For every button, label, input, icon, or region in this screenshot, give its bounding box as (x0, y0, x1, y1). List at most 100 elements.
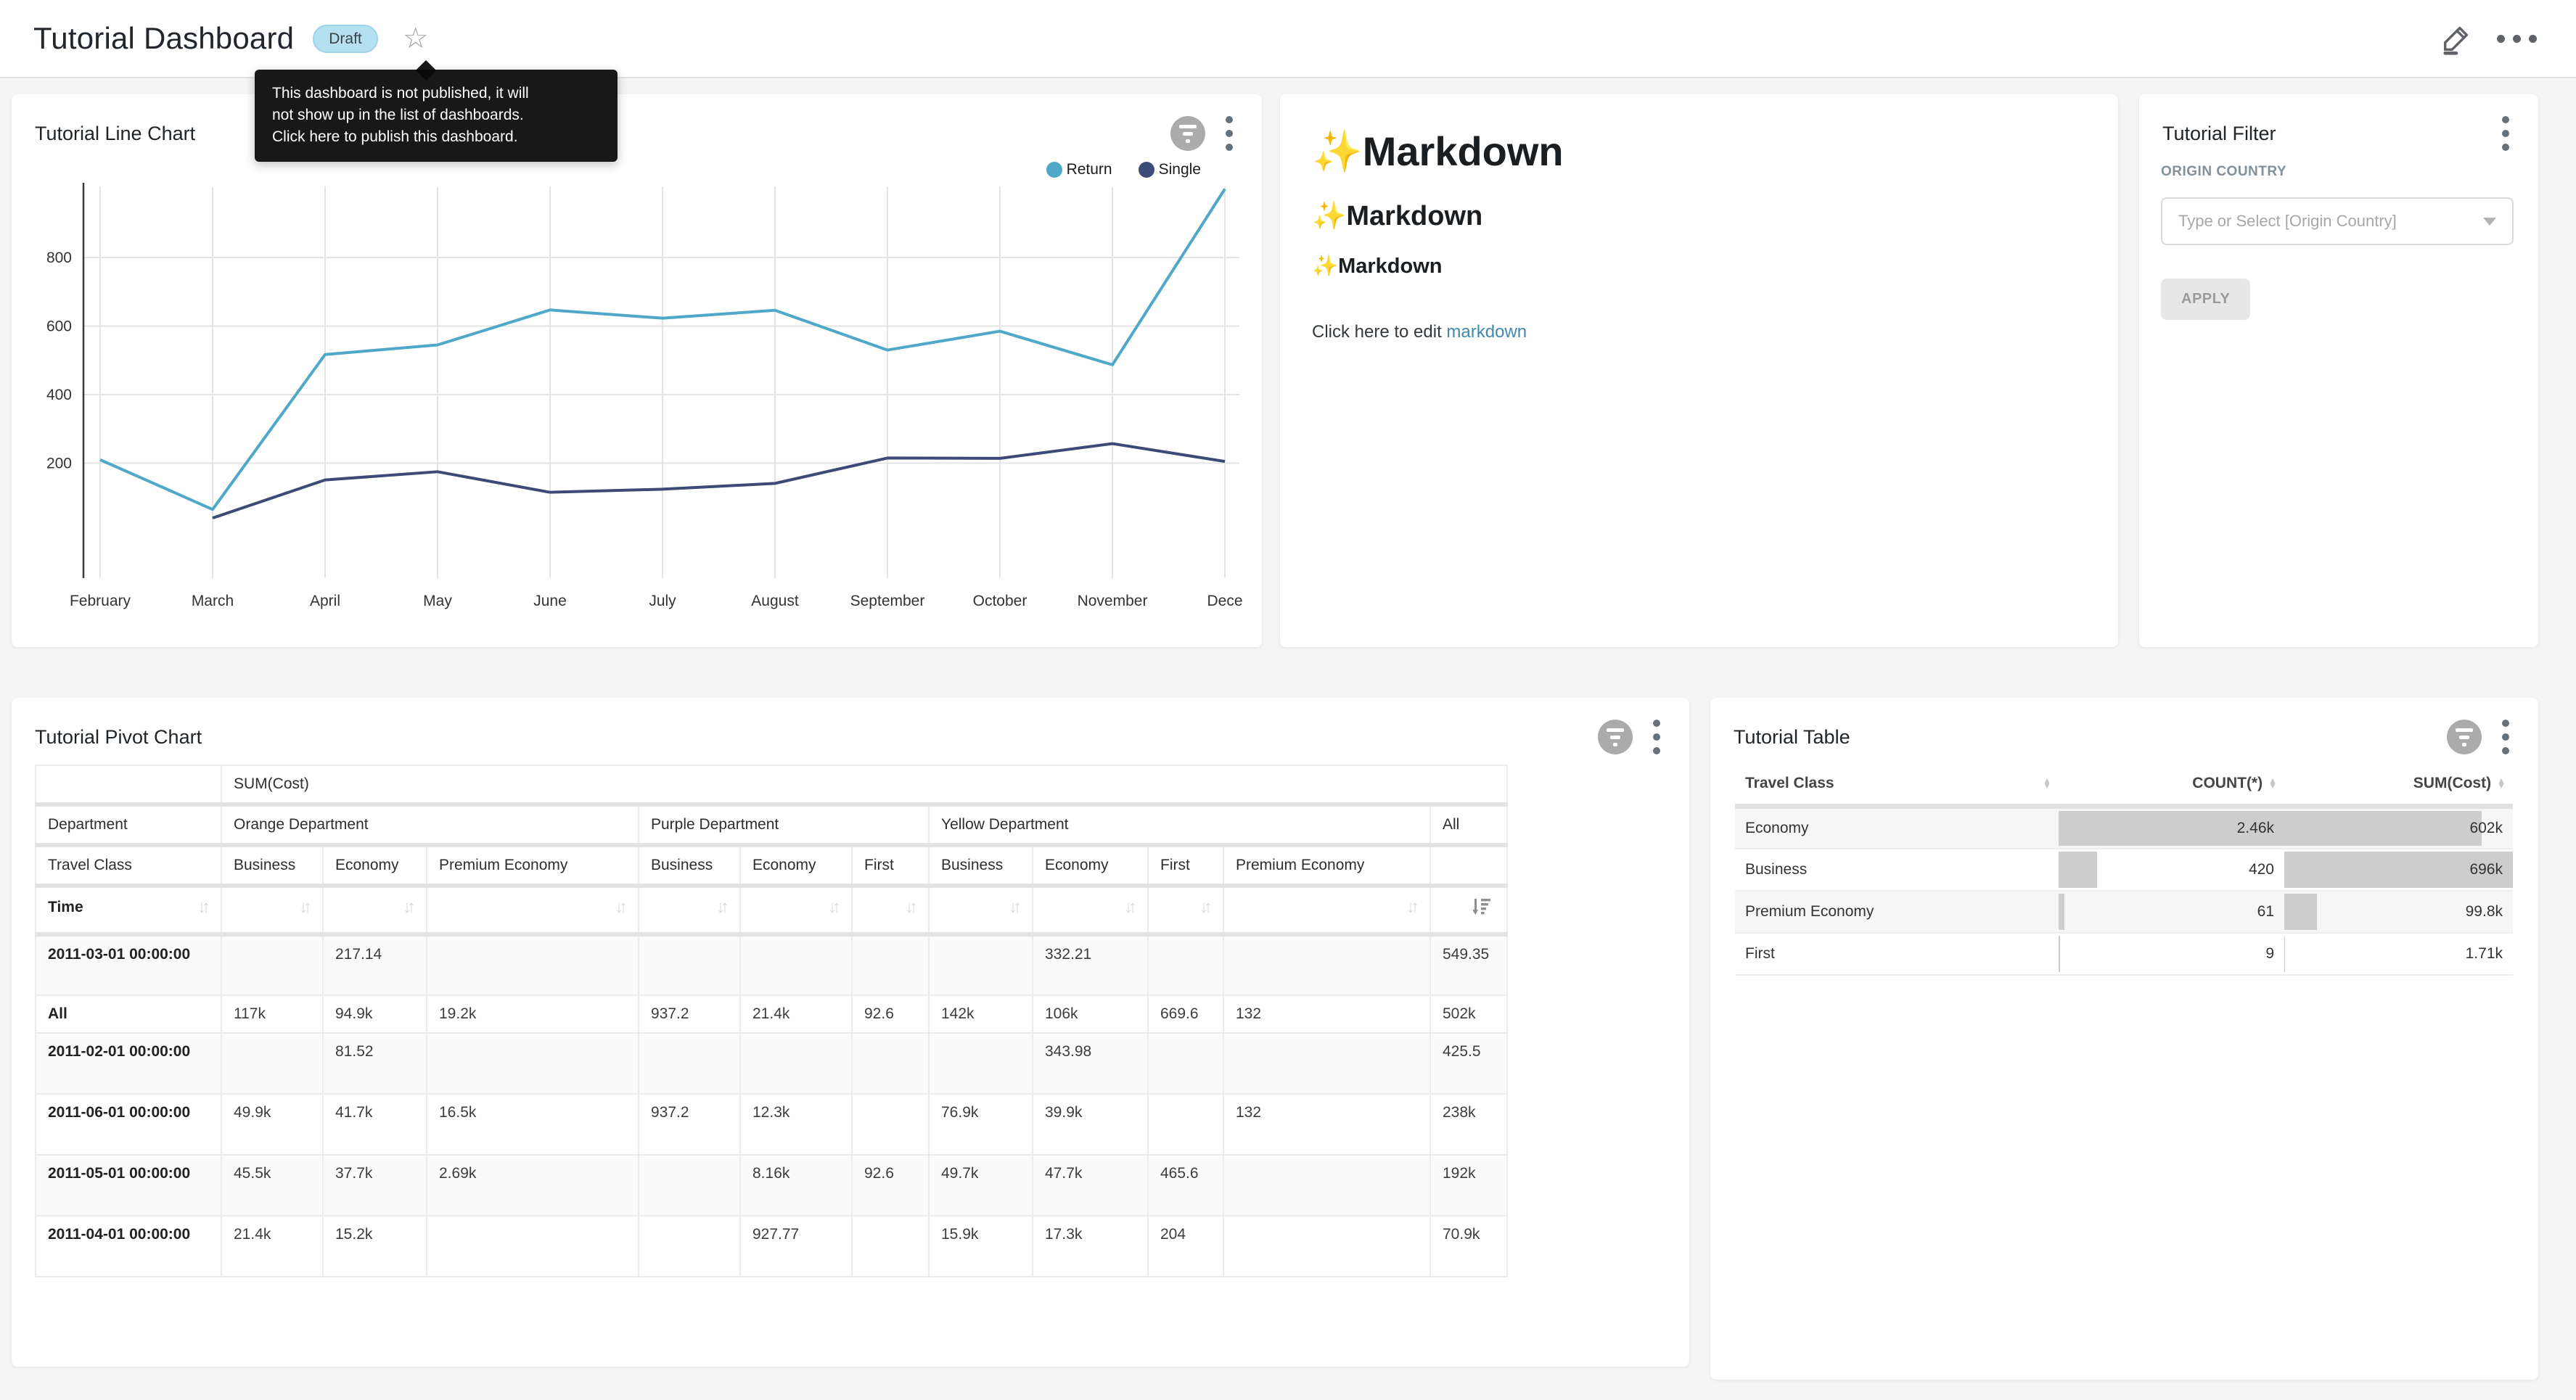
pivot-sort-cell[interactable]: ↓↑ (1148, 886, 1223, 934)
pivot-sort-cell[interactable]: ↓↑ (740, 886, 852, 934)
pivot-row: 2011-02-01 00:00:0081.52343.98425.5 (36, 1033, 1507, 1094)
pivot-row: 2011-06-01 00:00:0049.9k41.7k16.5k937.21… (36, 1094, 1507, 1155)
pivot-value-cell: 17.3k (1033, 1216, 1148, 1277)
markdown-edit-link[interactable]: markdown (1446, 322, 1527, 342)
data-table-body: Economy2.46k602kBusiness420696kPremium E… (1735, 807, 2513, 975)
pivot-kebab-icon[interactable] (1649, 717, 1665, 757)
pivot-metric-header: SUM(Cost) (221, 765, 1507, 804)
sort-icon: ↓↑ (828, 897, 840, 918)
svg-text:March: March (192, 593, 234, 609)
filter-kebab-icon[interactable] (2498, 113, 2514, 154)
table-row: First91.71k (1735, 933, 2513, 975)
sum-cost-cell: 99.8k (2284, 891, 2513, 933)
filter-indicator-icon[interactable] (1598, 720, 1633, 754)
publish-tooltip: This dashboard is not published, it will… (255, 70, 618, 162)
tooltip-line: not show up in the list of dashboards. (272, 104, 600, 126)
pivot-group-header: All (1430, 804, 1507, 845)
pivot-subcol-header: Premium Economy (427, 845, 639, 886)
pivot-row: 2011-05-01 00:00:0045.5k37.7k2.69k8.16k9… (36, 1155, 1507, 1216)
data-table-header-row: Travel Class▲▼ COUNT(*)▲▼ SUM(Cost)▲▼ (1735, 765, 2513, 807)
pivot-value-cell (639, 1155, 740, 1216)
origin-country-select[interactable]: Type or Select [Origin Country] (2161, 197, 2514, 245)
pivot-sort-cell[interactable]: ↓↑ (427, 886, 639, 934)
edit-pencil-icon[interactable] (2435, 17, 2478, 60)
chevron-down-icon (2483, 218, 2496, 226)
pivot-subcol-header: Economy (740, 845, 852, 886)
pivot-sort-cell[interactable]: ↓↑ (929, 886, 1033, 934)
pivot-value-cell: 132 (1223, 995, 1430, 1033)
pivot-sort-cell[interactable]: ↓↑ (852, 886, 929, 934)
pivot-row-label: 2011-06-01 00:00:00 (36, 1094, 221, 1155)
pivot-value-cell: 15.2k (323, 1216, 427, 1277)
count-cell: 9 (2059, 933, 2284, 975)
sum-cost-cell: 696k (2284, 849, 2513, 891)
table-row: Business420696k (1735, 849, 2513, 891)
filter-indicator-icon[interactable] (1170, 116, 1205, 151)
sort-icon[interactable]: ↓↑ (197, 897, 209, 918)
markdown-h1: ✨Markdown (1312, 128, 2089, 176)
star-icon[interactable]: ☆ (403, 24, 429, 53)
pivot-value-cell: 343.98 (1033, 1033, 1148, 1094)
pivot-sort-cell[interactable] (1430, 886, 1507, 934)
pivot-value-cell: 16.5k (427, 1094, 639, 1155)
draft-badge[interactable]: Draft (313, 25, 378, 53)
pivot-row-label: 2011-04-01 00:00:00 (36, 1216, 221, 1277)
pivot-value-cell (852, 934, 929, 995)
sort-icon: ↓↑ (716, 897, 728, 918)
page-header: Tutorial Dashboard Draft ☆ (0, 0, 2576, 78)
col-header-count[interactable]: COUNT(*)▲▼ (2059, 765, 2284, 807)
svg-text:February: February (70, 593, 131, 609)
pivot-sort-cell[interactable]: ↓↑ (323, 886, 427, 934)
pivot-value-cell (740, 934, 852, 995)
filter-indicator-icon[interactable] (2447, 720, 2482, 754)
pivot-subcol-header: Business (221, 845, 323, 886)
col-header-sum-cost[interactable]: SUM(Cost)▲▼ (2284, 765, 2513, 807)
pivot-time-header[interactable]: Time↓↑ (36, 886, 221, 934)
col-header-travel-class[interactable]: Travel Class▲▼ (1735, 765, 2059, 807)
select-placeholder: Type or Select [Origin Country] (2178, 212, 2476, 231)
pivot-value-cell: 937.2 (639, 1094, 740, 1155)
travel-class-cell: Economy (1735, 807, 2059, 849)
apply-button[interactable]: APPLY (2161, 279, 2250, 320)
pivot-subcol-header: Business (929, 845, 1033, 886)
pivot-body: 2011-03-01 00:00:00217.14332.21549.35All… (36, 934, 1507, 1277)
pivot-sort-cell[interactable]: ↓↑ (639, 886, 740, 934)
pivot-value-cell: 47.7k (1033, 1155, 1148, 1216)
pivot-value-cell (852, 1216, 929, 1277)
pivot-value-cell: 45.5k (221, 1155, 323, 1216)
line-chart-card: Tutorial Line Chart ReturnSingle Februar… (12, 94, 1262, 647)
markdown-h2: ✨Markdown (1312, 200, 2089, 232)
pivot-sort-cell[interactable]: ↓↑ (1223, 886, 1430, 934)
pivot-value-cell: 465.6 (1148, 1155, 1223, 1216)
pivot-value-cell (1223, 1033, 1430, 1094)
pivot-value-cell (929, 934, 1033, 995)
pivot-value-cell: 12.3k (740, 1094, 852, 1155)
pivot-subcol-header: Economy (1033, 845, 1148, 886)
pivot-sort-cell[interactable]: ↓↑ (221, 886, 323, 934)
pivot-subcol-header (1430, 845, 1507, 886)
pivot-value-cell (221, 934, 323, 995)
pivot-value-cell: 70.9k (1430, 1216, 1507, 1277)
svg-text:600: 600 (46, 318, 72, 335)
pivot-value-cell: 927.77 (740, 1216, 852, 1277)
pivot-value-cell (1223, 934, 1430, 995)
svg-text:November: November (1078, 593, 1148, 609)
pivot-row: 2011-04-01 00:00:0021.4k15.2k927.7715.9k… (36, 1216, 1507, 1277)
pivot-value-cell (929, 1033, 1033, 1094)
sort-icon: ↓↑ (905, 897, 916, 918)
count-cell: 420 (2059, 849, 2284, 891)
table-kebab-icon[interactable] (2498, 717, 2514, 757)
pivot-value-cell (852, 1094, 929, 1155)
chart-kebab-icon[interactable] (1221, 113, 1237, 154)
pivot-value-cell: 106k (1033, 995, 1148, 1033)
svg-text:June: June (533, 593, 567, 609)
pivot-value-cell: 425.5 (1430, 1033, 1507, 1094)
more-menu-icon[interactable] (2497, 35, 2537, 43)
svg-text:200: 200 (46, 456, 72, 472)
pivot-subcol-header: First (852, 845, 929, 886)
pivot-group-header: Yellow Department (929, 804, 1430, 845)
sort-icon: ↓↑ (1124, 897, 1136, 918)
pivot-value-cell: 41.7k (323, 1094, 427, 1155)
sort-icon: ↓↑ (1406, 897, 1418, 918)
pivot-sort-cell[interactable]: ↓↑ (1033, 886, 1148, 934)
